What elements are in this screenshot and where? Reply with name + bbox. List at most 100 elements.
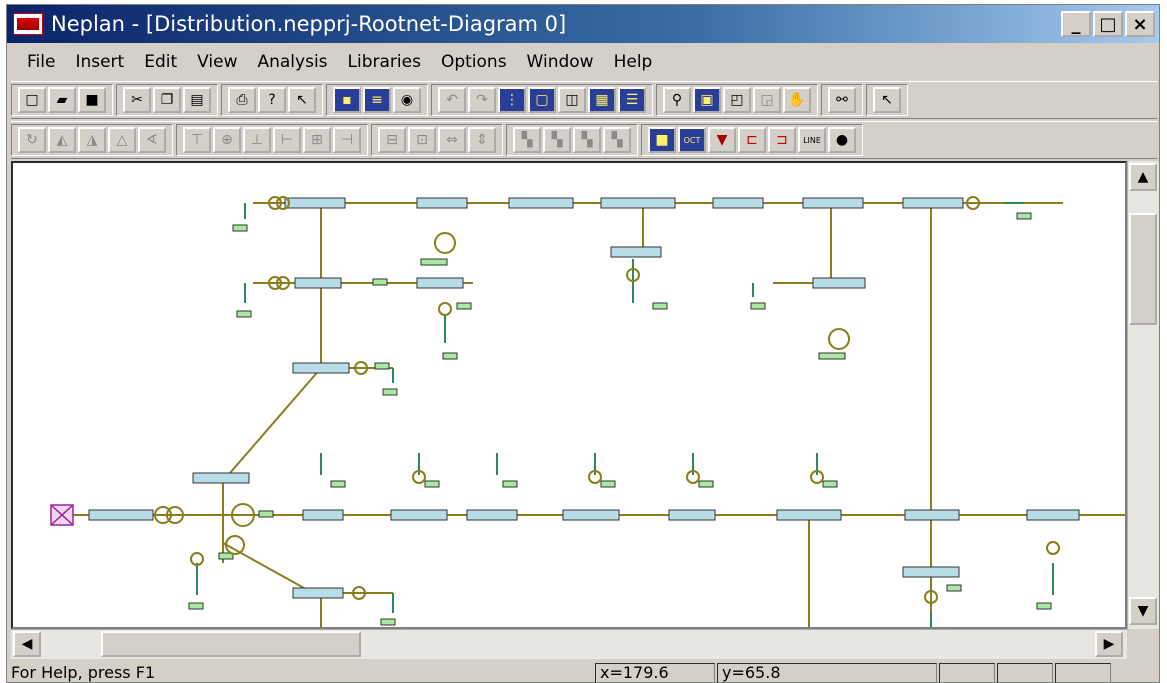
pan-icon[interactable]: ✋ <box>783 87 811 113</box>
switch2-icon[interactable]: ⊐ <box>768 127 796 153</box>
close-button[interactable]: × <box>1125 11 1155 37</box>
help-icon[interactable]: ? <box>258 87 286 113</box>
scroll-down-icon[interactable]: ▼ <box>1129 597 1157 625</box>
align-middle-icon[interactable]: ⊕ <box>213 127 241 153</box>
align-bottom-icon[interactable]: ⊥ <box>243 127 271 153</box>
status-y-coord: y=65.8 <box>717 662 937 683</box>
oct-icon[interactable]: OCT <box>678 127 706 153</box>
pointer-icon[interactable]: ↖ <box>873 87 901 113</box>
scroll-thumb-horizontal[interactable] <box>101 631 361 657</box>
menu-edit[interactable]: Edit <box>134 52 187 72</box>
window-controls: _ □ × <box>1061 11 1155 37</box>
mirror-icon[interactable]: ◭ <box>48 127 76 153</box>
layer2-icon[interactable]: ▚ <box>543 127 571 153</box>
status-bar: For Help, press F1 x=179.6 y=65.8 <box>7 661 1159 683</box>
toolbar-group-elements: ■ OCT ▼ ⊏ ⊐ LINE ● <box>641 124 863 156</box>
toolbar-group-network: ▪ ≡ ◉ <box>326 84 428 116</box>
align-icon[interactable]: △ <box>108 127 136 153</box>
toolbar-group-print: ⎙ ? ↖ <box>221 84 323 116</box>
list-icon[interactable]: ☰ <box>618 87 646 113</box>
paste-icon[interactable]: ▤ <box>183 87 211 113</box>
status-indicator-1 <box>939 662 995 683</box>
new-icon[interactable]: □ <box>18 87 46 113</box>
space-h-icon[interactable]: ⇔ <box>438 127 466 153</box>
scroll-right-icon[interactable]: ▶ <box>1095 631 1123 657</box>
network-diagram[interactable] <box>13 163 1125 627</box>
align-right-icon[interactable]: ⊣ <box>333 127 361 153</box>
find-icon[interactable]: ⚯ <box>828 87 856 113</box>
drawing-toolbar: ↻ ◭ ◮ △ ∢ ⊤ ⊕ ⊥ ⊢ ⊞ ⊣ ⊟ ⊡ ⇔ ⇕ ▚ ▚ ▚ ▚ ■ <box>11 121 1157 159</box>
toolbar-group-undo: ↶ ↷ ⋮ ▢ ◫ ▦ ☰ <box>431 84 653 116</box>
table-icon[interactable]: ▦ <box>588 87 616 113</box>
grid-icon[interactable]: ⋮ <box>498 87 526 113</box>
scroll-thumb-vertical[interactable] <box>1129 213 1157 325</box>
diagram-canvas[interactable] <box>11 161 1127 629</box>
rotate-icon[interactable]: ↻ <box>18 127 46 153</box>
status-help-text: For Help, press F1 <box>11 663 156 682</box>
flip-icon[interactable]: ◮ <box>78 127 106 153</box>
zoom-all-icon[interactable]: ◲ <box>753 87 781 113</box>
toolbar-group-distribute: ⊟ ⊡ ⇔ ⇕ <box>371 124 503 156</box>
status-indicator-2 <box>997 662 1053 683</box>
vertical-scrollbar[interactable]: ▲ ▼ <box>1127 161 1159 629</box>
standard-toolbar: □ ▰ ■ ✂ ❐ ▤ ⎙ ? ↖ ▪ ≡ ◉ ↶ ↷ ⋮ ▢ ◫ ▦ ☰ ⚲ … <box>11 81 1157 119</box>
connect-icon[interactable]: ◉ <box>393 87 421 113</box>
scroll-up-icon[interactable]: ▲ <box>1129 163 1157 191</box>
layer4-icon[interactable]: ▚ <box>603 127 631 153</box>
dot-icon[interactable]: ● <box>828 127 856 153</box>
redo-icon[interactable]: ↷ <box>468 87 496 113</box>
toolbar-group-zoom: ⚲ ▣ ◰ ◲ ✋ <box>656 84 818 116</box>
cut-icon[interactable]: ✂ <box>123 87 151 113</box>
select-area-icon[interactable]: ▢ <box>528 87 556 113</box>
node-icon[interactable]: ■ <box>648 127 676 153</box>
distribute-v-icon[interactable]: ⊟ <box>378 127 406 153</box>
save-icon[interactable]: ■ <box>78 87 106 113</box>
neplan-logo-icon <box>13 13 43 35</box>
scroll-left-icon[interactable]: ◀ <box>13 631 41 657</box>
menu-insert[interactable]: Insert <box>65 52 134 72</box>
align-top-icon[interactable]: ⊤ <box>183 127 211 153</box>
window-title: Neplan - [Distribution.nepprj-Rootnet-Di… <box>51 12 567 36</box>
title-bar[interactable]: Neplan - [Distribution.nepprj-Rootnet-Di… <box>7 5 1159 43</box>
menu-options[interactable]: Options <box>431 52 517 72</box>
layer3-icon[interactable]: ▚ <box>573 127 601 153</box>
toolbar-group-layer: ▚ ▚ ▚ ▚ <box>506 124 638 156</box>
element-icon[interactable]: ≡ <box>363 87 391 113</box>
undo-icon[interactable]: ↶ <box>438 87 466 113</box>
space-v-icon[interactable]: ⇕ <box>468 127 496 153</box>
menu-window[interactable]: Window <box>517 52 604 72</box>
align-left-icon[interactable]: ⊢ <box>273 127 301 153</box>
minimize-button[interactable]: _ <box>1061 11 1091 37</box>
line-icon[interactable]: LINE <box>798 127 826 153</box>
angle-icon[interactable]: ∢ <box>138 127 166 153</box>
app-window: Neplan - [Distribution.nepprj-Rootnet-Di… <box>6 4 1160 683</box>
open-icon[interactable]: ▰ <box>48 87 76 113</box>
network-icon[interactable]: ▪ <box>333 87 361 113</box>
menu-file[interactable]: File <box>17 52 65 72</box>
horizontal-scrollbar[interactable]: ◀ ▶ <box>11 629 1127 659</box>
distribute-h-icon[interactable]: ⊡ <box>408 127 436 153</box>
menu-view[interactable]: View <box>187 52 247 72</box>
toolbar-group-find: ⚯ <box>821 84 863 116</box>
status-x-coord: x=179.6 <box>595 662 715 683</box>
toolbar-group-clipboard: ✂ ❐ ▤ <box>116 84 218 116</box>
copy-icon[interactable]: ❐ <box>153 87 181 113</box>
toolbar-group-pointer: ↖ <box>866 84 908 116</box>
layer1-icon[interactable]: ▚ <box>513 127 541 153</box>
maximize-button[interactable]: □ <box>1093 11 1123 37</box>
split-icon[interactable]: ◫ <box>558 87 586 113</box>
load-icon[interactable]: ▼ <box>708 127 736 153</box>
menu-libraries[interactable]: Libraries <box>338 52 431 72</box>
zoom-window-icon[interactable]: ◰ <box>723 87 751 113</box>
context-help-icon[interactable]: ↖ <box>288 87 316 113</box>
toolbar-group-align: ⊤ ⊕ ⊥ ⊢ ⊞ ⊣ <box>176 124 368 156</box>
zoom-icon[interactable]: ⚲ <box>663 87 691 113</box>
menu-analysis[interactable]: Analysis <box>247 52 337 72</box>
toolbar-group-file: □ ▰ ■ <box>11 84 113 116</box>
switch-icon[interactable]: ⊏ <box>738 127 766 153</box>
align-center-icon[interactable]: ⊞ <box>303 127 331 153</box>
menu-help[interactable]: Help <box>604 52 663 72</box>
fit-icon[interactable]: ▣ <box>693 87 721 113</box>
print-icon[interactable]: ⎙ <box>228 87 256 113</box>
toolbar-group-transform: ↻ ◭ ◮ △ ∢ <box>11 124 173 156</box>
